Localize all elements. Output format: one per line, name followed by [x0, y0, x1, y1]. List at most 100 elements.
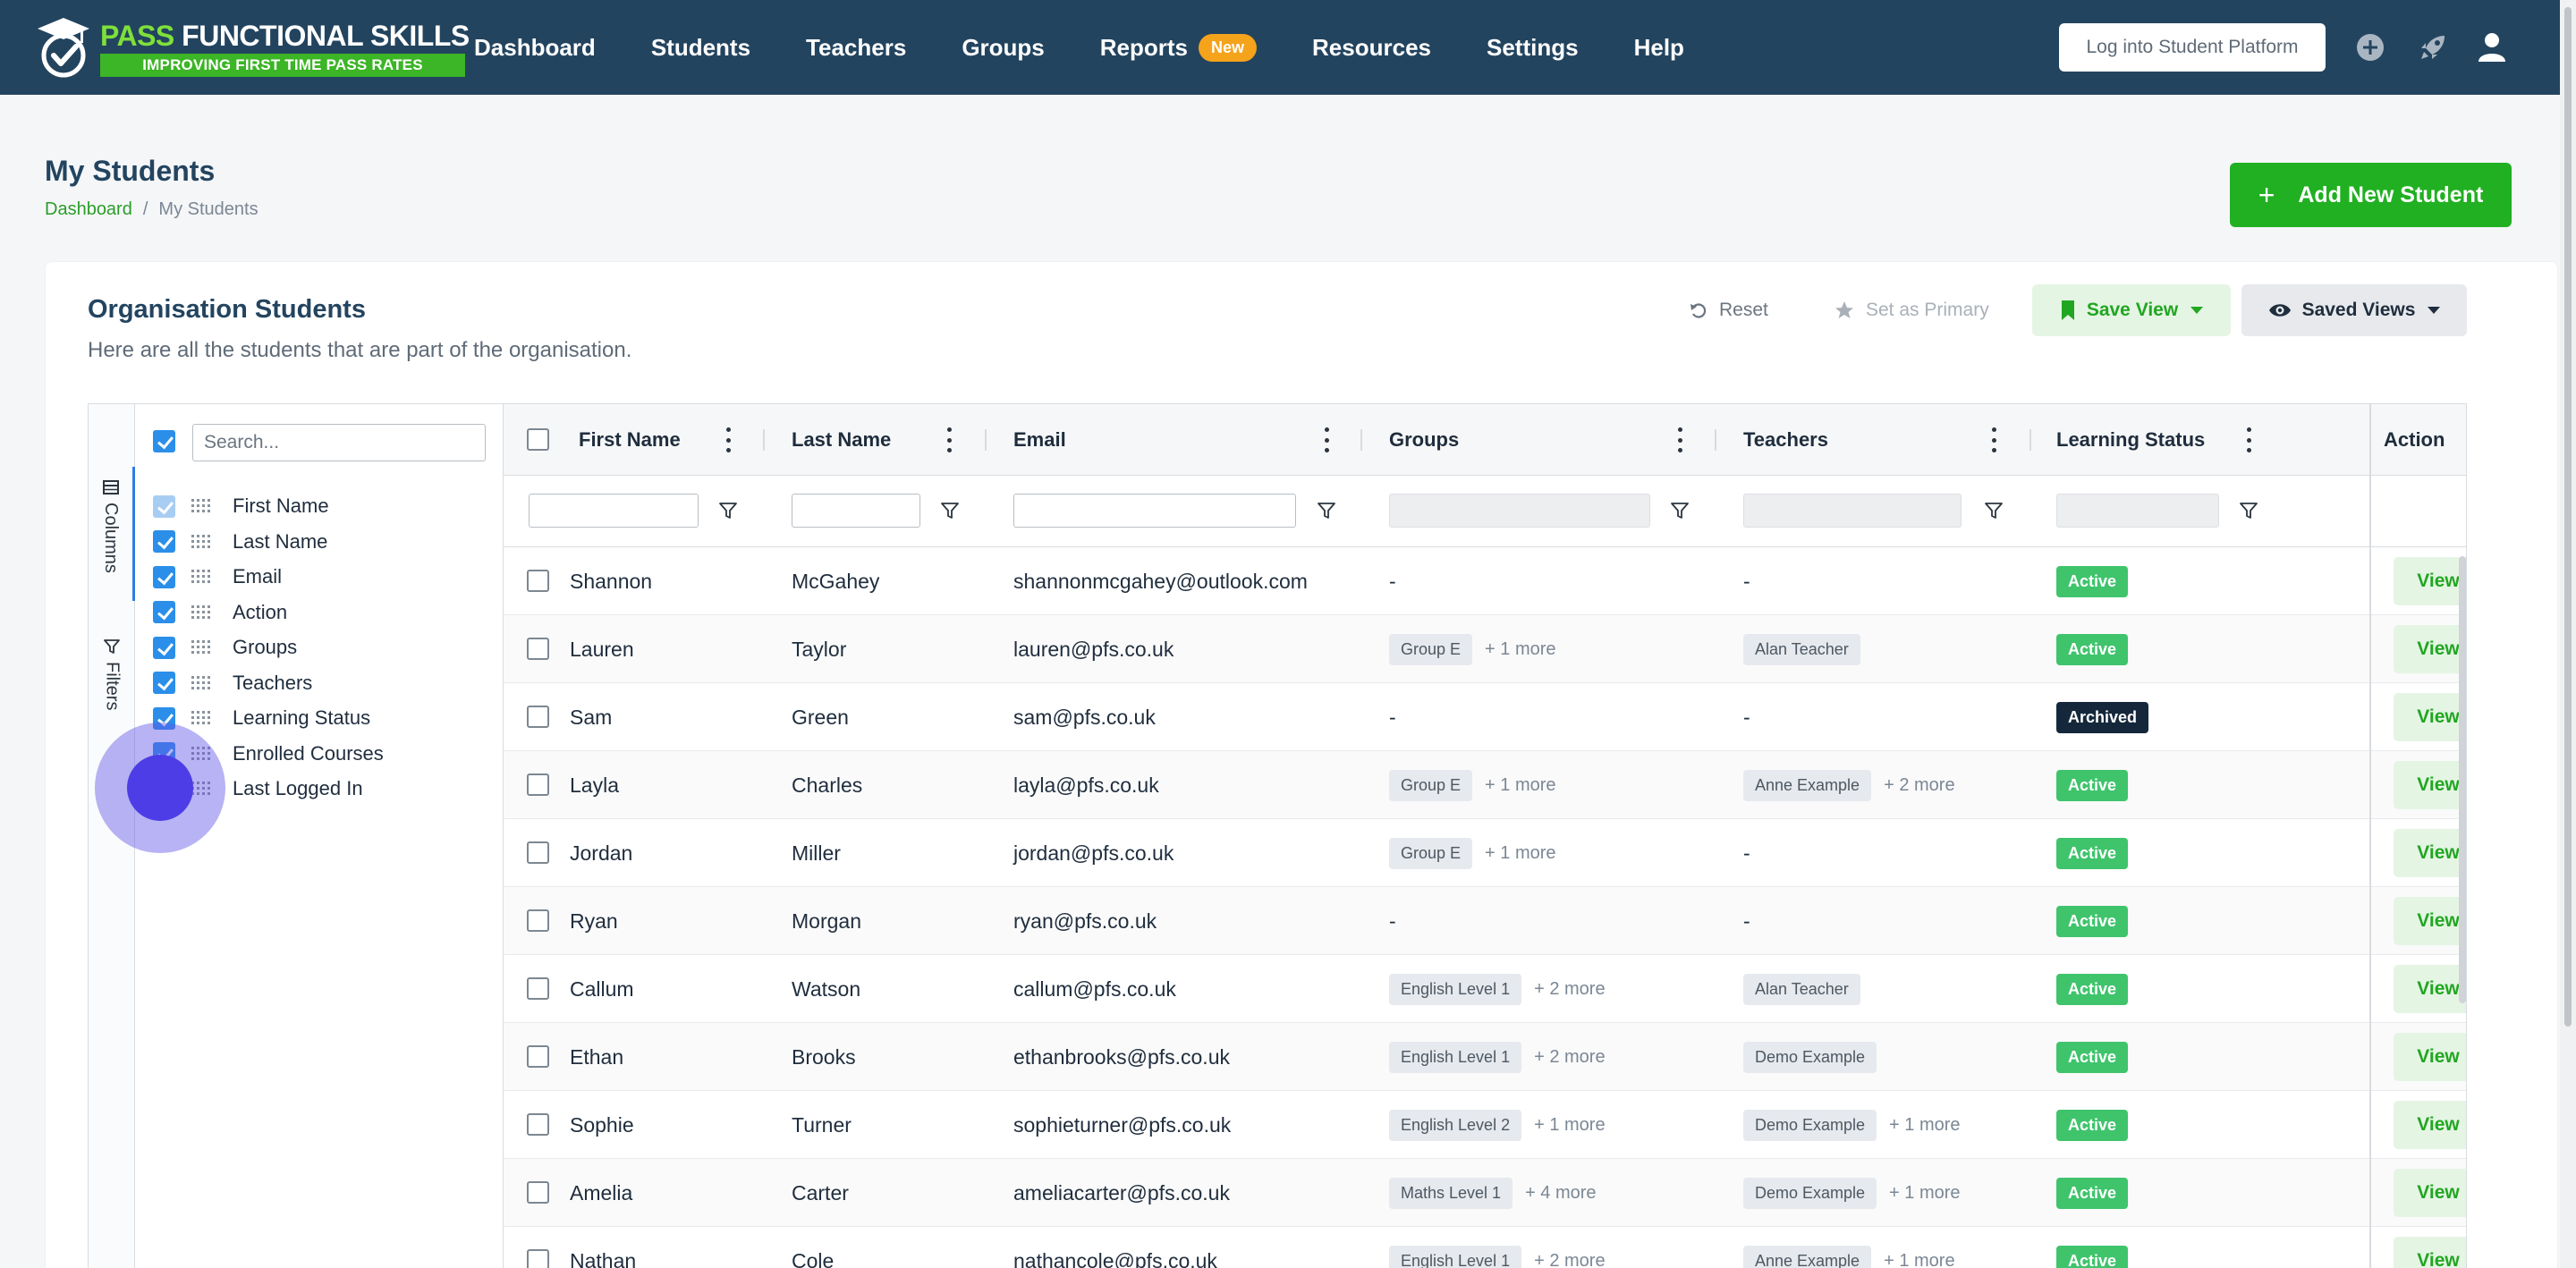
rocket-icon[interactable]	[2415, 30, 2451, 65]
header-resize-handle[interactable]	[763, 429, 765, 451]
teachers-menu-icon[interactable]	[1989, 427, 1998, 452]
table-row[interactable]: Nathan Cole nathancole@pfs.co.uk English Le…	[504, 1227, 2466, 1268]
filter-icon[interactable]	[2239, 501, 2258, 520]
column-toggle-row[interactable]: Action	[153, 595, 287, 630]
teachers-more-link[interactable]: + 1 more	[1889, 1183, 1960, 1204]
table-row[interactable]: Ethan Brooks ethanbrooks@pfs.co.uk English …	[504, 1023, 2466, 1091]
header-resize-handle[interactable]	[2029, 429, 2031, 451]
table-row[interactable]: Callum Watson callum@pfs.co.uk English Leve…	[504, 955, 2466, 1023]
page-scrollbar-thumb[interactable]	[2564, 7, 2572, 1027]
drag-handle-icon[interactable]	[191, 570, 211, 584]
table-row[interactable]: Lauren Taylor lauren@pfs.co.uk Group E + 1 m…	[504, 615, 2466, 683]
filter-icon[interactable]	[718, 501, 738, 520]
view-student-button[interactable]: View	[2394, 897, 2466, 945]
view-student-button[interactable]: View	[2394, 625, 2466, 673]
nav-teachers[interactable]: Teachers	[806, 34, 906, 62]
page-scrollbar[interactable]	[2560, 0, 2576, 1268]
add-new-student-button[interactable]: + Add New Student	[2230, 163, 2512, 227]
user-icon[interactable]	[2474, 30, 2510, 65]
email-menu-icon[interactable]	[1322, 427, 1331, 452]
column-visibility-checkbox[interactable]	[153, 495, 175, 518]
header-resize-handle[interactable]	[1715, 429, 1716, 451]
row-select-checkbox[interactable]	[527, 706, 549, 728]
row-select-checkbox[interactable]	[527, 1045, 549, 1068]
view-student-button[interactable]: View	[2394, 829, 2466, 877]
save-view-button[interactable]: Save View	[2032, 284, 2231, 336]
groups-more-link[interactable]: + 4 more	[1525, 1183, 1596, 1204]
reset-button[interactable]: Reset	[1689, 284, 1768, 336]
header-groups[interactable]: Groups	[1389, 404, 1459, 476]
last-name-filter-input[interactable]	[792, 494, 920, 528]
row-select-checkbox[interactable]	[527, 570, 549, 592]
breadcrumb-dashboard-link[interactable]: Dashboard	[45, 199, 132, 220]
drag-handle-icon[interactable]	[191, 640, 211, 655]
teachers-more-link[interactable]: + 2 more	[1884, 775, 1954, 796]
column-toggle-row[interactable]: Last Name	[153, 524, 327, 560]
view-student-button[interactable]: View	[2394, 693, 2466, 741]
groups-menu-icon[interactable]	[1675, 427, 1684, 452]
column-visibility-checkbox[interactable]	[153, 601, 175, 623]
column-toggle-row[interactable]: Teachers	[153, 665, 312, 701]
last-name-menu-icon[interactable]	[945, 427, 953, 452]
first-name-menu-icon[interactable]	[724, 427, 733, 452]
select-all-columns-checkbox[interactable]	[153, 430, 175, 452]
teachers-more-link[interactable]: + 1 more	[1889, 1115, 1960, 1136]
header-first-name[interactable]: First Name	[579, 404, 681, 476]
row-select-checkbox[interactable]	[527, 909, 549, 932]
teachers-more-link[interactable]: + 1 more	[1884, 1251, 1954, 1268]
plus-circle-icon[interactable]	[2352, 30, 2388, 65]
groups-more-link[interactable]: + 1 more	[1485, 639, 1555, 660]
header-resize-handle[interactable]	[985, 429, 987, 451]
row-select-checkbox[interactable]	[527, 773, 549, 796]
view-student-button[interactable]: View	[2394, 1033, 2466, 1081]
view-student-button[interactable]: View	[2394, 1101, 2466, 1149]
table-row[interactable]: Jordan Miller jordan@pfs.co.uk Group E + 1 m…	[504, 819, 2466, 887]
email-filter-input[interactable]	[1013, 494, 1296, 528]
header-last-name[interactable]: Last Name	[792, 404, 891, 476]
tab-columns[interactable]: Columns	[89, 467, 135, 601]
view-student-button[interactable]: View	[2394, 557, 2466, 605]
teachers-filter-input[interactable]	[1743, 494, 1962, 528]
groups-filter-input[interactable]	[1389, 494, 1650, 528]
first-name-filter-input[interactable]	[529, 494, 699, 528]
column-toggle-row[interactable]: Email	[153, 559, 282, 595]
learning-status-filter-input[interactable]	[2056, 494, 2219, 528]
header-teachers[interactable]: Teachers	[1743, 404, 1828, 476]
nav-help[interactable]: Help	[1634, 34, 1684, 62]
column-toggle-row[interactable]: First Name	[153, 488, 329, 524]
table-row[interactable]: Layla Charles layla@pfs.co.uk Group E + 1 mo…	[504, 751, 2466, 819]
row-select-checkbox[interactable]	[527, 1181, 549, 1204]
groups-more-link[interactable]: + 2 more	[1534, 1047, 1605, 1068]
row-select-checkbox[interactable]	[527, 977, 549, 1000]
brand-logo[interactable]: PASS FUNCTIONAL SKILLS IMPROVING FIRST T…	[36, 14, 470, 82]
nav-students[interactable]: Students	[651, 34, 750, 62]
table-row[interactable]: Amelia Carter ameliacarter@pfs.co.uk Maths …	[504, 1159, 2466, 1227]
header-learning-status[interactable]: Learning Status	[2056, 404, 2205, 476]
table-row[interactable]: Shannon McGahey shannonmcgahey@outlook.com…	[504, 547, 2466, 615]
header-email[interactable]: Email	[1013, 404, 1066, 476]
groups-more-link[interactable]: + 1 more	[1485, 843, 1555, 864]
table-row[interactable]: Ryan Morgan ryan@pfs.co.uk - - Active View	[504, 887, 2466, 955]
view-student-button[interactable]: View	[2394, 761, 2466, 809]
view-student-button[interactable]: View	[2394, 965, 2466, 1013]
tab-filters[interactable]: Filters	[89, 638, 135, 737]
row-select-checkbox[interactable]	[527, 1113, 549, 1136]
filter-icon[interactable]	[1317, 501, 1336, 520]
table-scrollbar[interactable]	[2459, 556, 2466, 1003]
nav-groups[interactable]: Groups	[962, 34, 1044, 62]
view-student-button[interactable]: View	[2394, 1169, 2466, 1217]
column-visibility-checkbox[interactable]	[153, 672, 175, 694]
nav-settings[interactable]: Settings	[1487, 34, 1579, 62]
row-select-checkbox[interactable]	[527, 638, 549, 660]
column-toggle-row[interactable]: Groups	[153, 630, 297, 665]
header-resize-handle[interactable]	[1360, 429, 1362, 451]
groups-more-link[interactable]: + 1 more	[1534, 1115, 1605, 1136]
row-select-checkbox[interactable]	[527, 841, 549, 864]
table-row[interactable]: Sam Green sam@pfs.co.uk - - Archived View	[504, 683, 2466, 751]
header-action[interactable]: Action	[2384, 404, 2445, 476]
table-row[interactable]: Sophie Turner sophieturner@pfs.co.uk Englis…	[504, 1091, 2466, 1159]
column-visibility-checkbox[interactable]	[153, 565, 175, 588]
view-student-button[interactable]: View	[2394, 1237, 2466, 1268]
learning-status-menu-icon[interactable]	[2244, 427, 2253, 452]
drag-handle-icon[interactable]	[191, 604, 211, 620]
